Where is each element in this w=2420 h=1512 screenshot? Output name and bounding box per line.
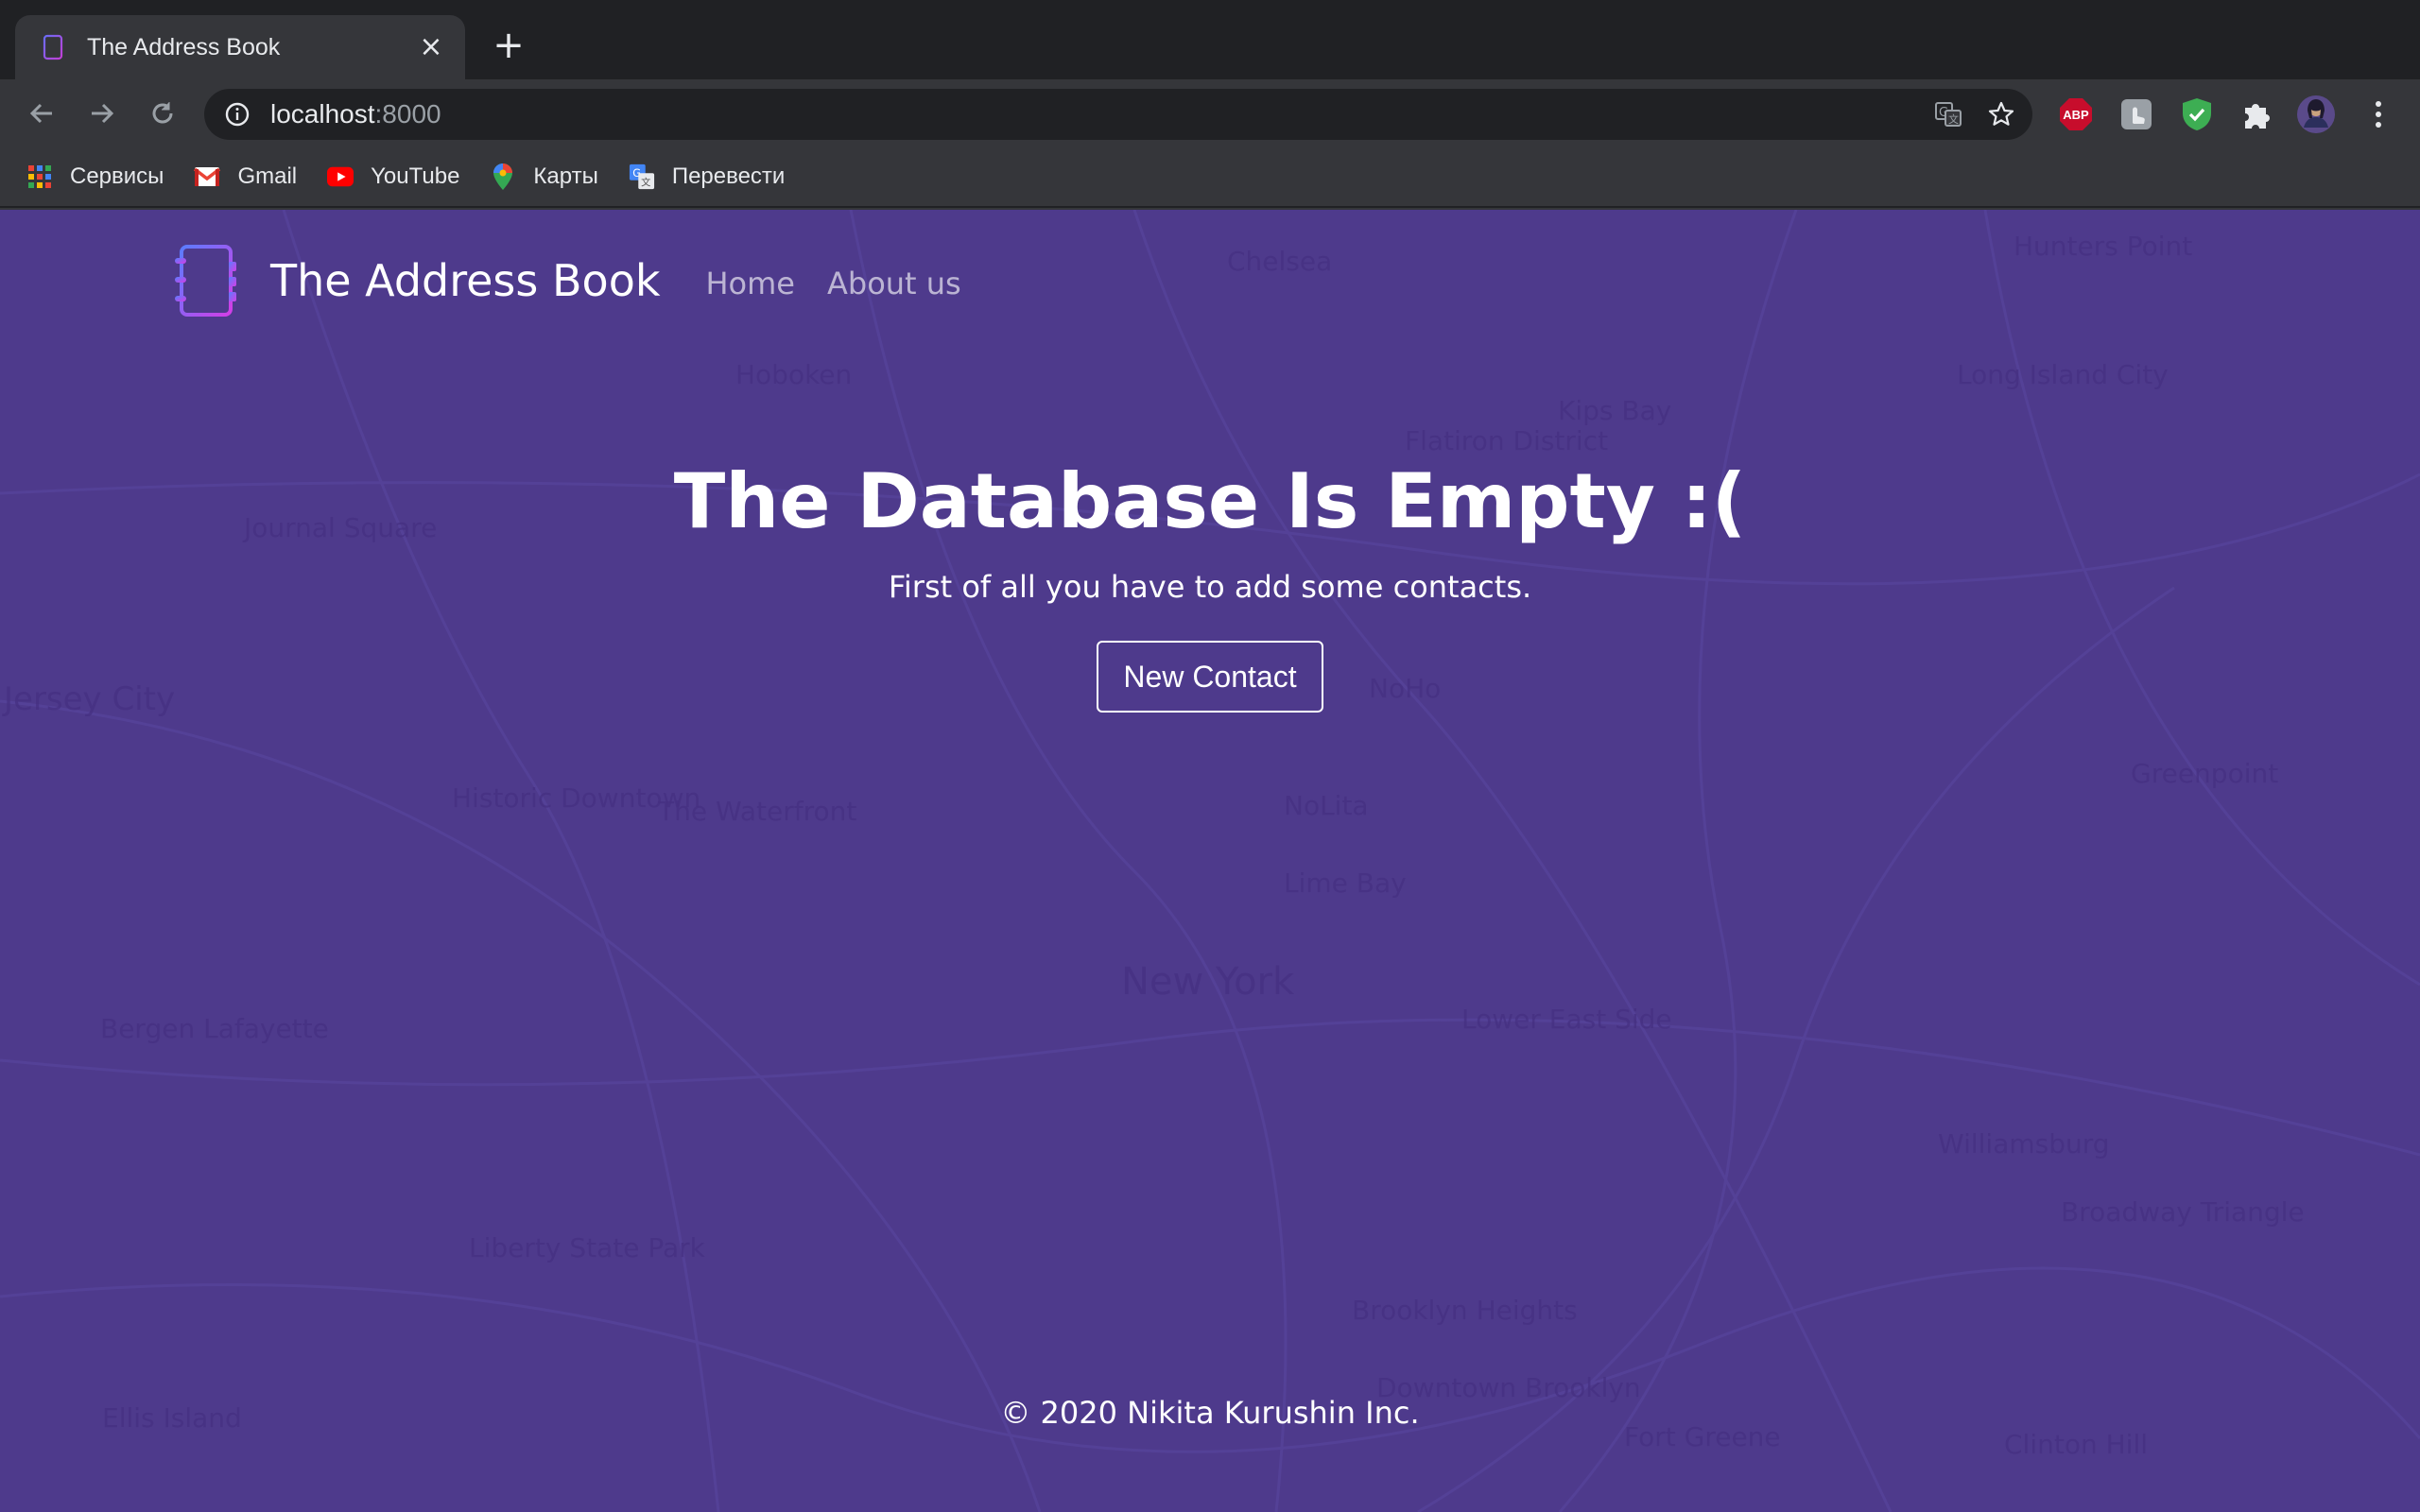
empty-state-subtitle: First of all you have to add some contac…: [888, 569, 1532, 605]
nav-about-link[interactable]: About us: [827, 260, 961, 301]
new-contact-button[interactable]: New Contact: [1097, 641, 1323, 713]
profile-avatar-icon[interactable]: [2297, 95, 2335, 133]
touch-extension-icon[interactable]: [2118, 95, 2155, 133]
bookmark-label: Сервисы: [70, 163, 164, 189]
browser-toolbar: localhost:8000 G文 ABP: [0, 79, 2420, 147]
map-label: New York: [1121, 960, 1295, 1004]
map-label: Chelsea: [1227, 246, 1333, 277]
map-label: Hunters Point: [2014, 231, 2193, 262]
map-label: Williamsburg: [1938, 1128, 2110, 1160]
browser-tab[interactable]: The Address Book ×: [15, 15, 465, 79]
translate-page-icon[interactable]: G文: [1932, 98, 1964, 130]
map-label: Brooklyn Heights: [1352, 1295, 1578, 1326]
translate-icon: G文: [629, 163, 655, 190]
map-label: NoHo: [1369, 673, 1442, 704]
shield-check-icon[interactable]: [2178, 95, 2216, 133]
youtube-icon: [327, 163, 354, 190]
gmail-icon: [194, 163, 221, 190]
site-navbar: The Address Book Home About us: [172, 238, 994, 323]
address-book-favicon-icon: [40, 33, 66, 61]
brand-name-link[interactable]: The Address Book: [270, 255, 660, 306]
site-footer: © 2020 Nikita Kurushin Inc.: [1000, 1395, 1420, 1431]
map-label: Bergen Lafayette: [100, 1013, 329, 1044]
map-label: Kips Bay: [1558, 395, 1672, 426]
map-label: Lime Bay: [1284, 868, 1407, 899]
bookmark-translate[interactable]: G文 Перевести: [629, 163, 786, 190]
address-bar[interactable]: localhost:8000 G文: [204, 89, 2032, 140]
back-arrow-icon[interactable]: [21, 93, 62, 134]
bookmark-label: YouTube: [371, 163, 460, 189]
url-port: :8000: [374, 99, 441, 129]
map-label: The Waterfront: [658, 796, 857, 827]
browser-tabstrip: The Address Book × +: [0, 0, 2420, 79]
nav-home-link[interactable]: Home: [705, 260, 795, 301]
tab-title: The Address Book: [87, 33, 281, 60]
bookmark-services[interactable]: Сервисы: [26, 163, 164, 190]
svg-text:文: 文: [641, 176, 650, 188]
bookmark-youtube[interactable]: YouTube: [327, 163, 459, 190]
apps-grid-icon: [26, 163, 53, 190]
map-label: Clinton Hill: [2004, 1429, 2149, 1460]
map-label: NoLita: [1284, 790, 1369, 821]
adblock-label: ABP: [2063, 108, 2089, 122]
forward-arrow-icon[interactable]: [81, 93, 123, 134]
url-host: localhost: [270, 99, 375, 129]
svg-text:文: 文: [1948, 112, 1959, 126]
info-icon[interactable]: [223, 100, 251, 129]
close-icon[interactable]: ×: [416, 32, 446, 62]
kebab-menu-icon[interactable]: [2360, 95, 2397, 133]
bookmark-label: Gmail: [237, 163, 298, 189]
map-label: Hoboken: [735, 359, 853, 390]
maps-pin-icon: [490, 163, 516, 190]
bookmarks-bar: Сервисы Gmail YouTube Карты G文 Перевести: [0, 147, 2420, 208]
address-book-logo-icon[interactable]: [172, 241, 242, 320]
bookmark-label: Карты: [533, 163, 598, 189]
map-label: Broadway Triangle: [2061, 1196, 2305, 1228]
empty-state-title: The Database Is Empty :(: [673, 457, 1747, 545]
puzzle-extensions-icon[interactable]: [2238, 95, 2276, 133]
plus-icon[interactable]: +: [488, 25, 529, 66]
map-label: Lower East Side: [1461, 1004, 1672, 1035]
map-label: Liberty State Park: [469, 1232, 705, 1263]
adblock-plus-icon[interactable]: ABP: [2057, 95, 2095, 133]
reload-icon[interactable]: [142, 93, 183, 134]
map-label: Jersey City: [4, 680, 176, 718]
map-label: Long Island City: [1957, 359, 2169, 390]
bookmark-gmail[interactable]: Gmail: [194, 163, 297, 190]
map-background: [0, 210, 2420, 1512]
map-label: Flatiron District: [1405, 425, 1609, 456]
star-bookmark-icon[interactable]: [1985, 98, 2017, 130]
web-page: Chelsea Hoboken Hunters Point Long Islan…: [0, 210, 2420, 1512]
map-label: Greenpoint: [2131, 758, 2279, 789]
bookmark-label: Перевести: [671, 163, 786, 189]
bookmark-maps[interactable]: Карты: [490, 163, 598, 190]
